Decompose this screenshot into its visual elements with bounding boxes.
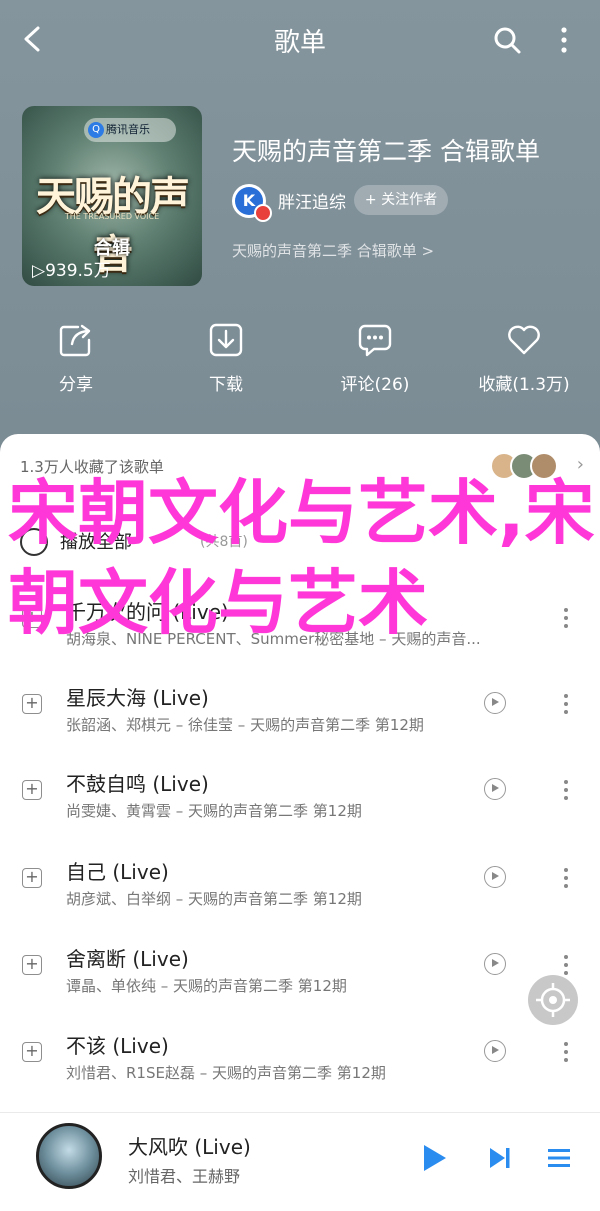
song-row[interactable]: + 舍离断 (Live) 谭晶、单依纯 – 天赐的声音第二季 第12期 [0, 931, 600, 1015]
next-track-icon[interactable] [488, 1146, 512, 1170]
song-row[interactable]: + 不该 (Live) 刘惜君、R1SE赵磊 – 天赐的声音第二季 第12期 [0, 1018, 600, 1102]
mv-play-icon[interactable] [484, 692, 506, 714]
now-playing-artist: 刘惜君、王赫野 [128, 1167, 241, 1186]
add-icon[interactable]: + [22, 694, 42, 714]
overlay-watermark-text: 宋朝文化与艺术,宋朝文化与艺术 [8, 472, 595, 644]
more-vertical-icon[interactable] [558, 776, 574, 804]
brand-logo-icon: Q [88, 122, 104, 138]
song-title: 舍离断 (Live) [66, 947, 189, 971]
add-icon[interactable]: + [22, 955, 42, 975]
album-cover[interactable]: Q 腾讯音乐 天赐的声音 THE TREASURED VOICE 合辑 ▷939… [22, 106, 202, 286]
song-artist: 张韶涵、郑棋元 – 徐佳莹 – 天赐的声音第二季 第12期 [66, 716, 424, 734]
heart-icon [508, 325, 540, 355]
song-row[interactable]: + 不鼓自鸣 (Live) 尚雯婕、黄霄雲 – 天赐的声音第二季 第12期 [0, 756, 600, 840]
creator-avatar[interactable]: K [232, 184, 272, 222]
song-title: 自己 (Live) [66, 860, 169, 884]
cover-brand-badge: Q 腾讯音乐 [84, 118, 176, 142]
song-artist: 尚雯婕、黄霄雲 – 天赐的声音第二季 第12期 [66, 802, 362, 820]
comment-label: 评论(26) [340, 375, 410, 395]
download-action[interactable]: 下载 [166, 322, 286, 395]
song-title: 不鼓自鸣 (Live) [66, 772, 209, 796]
search-icon[interactable] [491, 24, 523, 56]
verified-badge-icon [254, 204, 272, 222]
song-title: 星辰大海 (Live) [66, 686, 209, 710]
song-artist: 谭晶、单依纯 – 天赐的声音第二季 第12期 [66, 977, 347, 995]
download-label: 下载 [209, 375, 243, 395]
playlist-queue-icon[interactable] [548, 1146, 570, 1170]
song-artist: 刘惜君、R1SE赵磊 – 天赐的声音第二季 第12期 [66, 1064, 386, 1082]
share-icon [59, 324, 91, 357]
add-icon[interactable]: + [22, 780, 42, 800]
share-label: 分享 [59, 375, 93, 395]
add-icon[interactable]: + [22, 1042, 42, 1062]
mv-play-icon[interactable] [484, 778, 506, 800]
follow-button[interactable]: + 关注作者 [354, 185, 448, 215]
song-row[interactable]: + 星辰大海 (Live) 张韶涵、郑棋元 – 徐佳莹 – 天赐的声音第二季 第… [0, 670, 600, 754]
song-row[interactable]: + 自己 (Live) 胡彦斌、白举纲 – 天赐的声音第二季 第12期 [0, 844, 600, 928]
mini-player[interactable]: 大风吹 (Live) 刘惜君、王赫野 [0, 1112, 600, 1211]
favorite-label: 收藏(1.3万) [478, 375, 570, 395]
album-description[interactable]: 天赐的声音第二季 合辑歌单 > [232, 240, 434, 261]
play-icon[interactable] [424, 1145, 446, 1171]
download-icon [209, 323, 243, 357]
song-title: 不该 (Live) [66, 1034, 169, 1058]
album-title: 天赐的声音第二季 合辑歌单 [232, 137, 540, 166]
comment-action[interactable]: 评论(26) [315, 322, 435, 395]
comment-icon [358, 324, 392, 357]
more-vertical-icon[interactable] [558, 864, 574, 892]
add-icon[interactable]: + [22, 868, 42, 888]
mv-play-icon[interactable] [484, 953, 506, 975]
play-count: ▷939.5万 [32, 261, 111, 281]
locate-icon [536, 983, 570, 1017]
song-artist: 胡彦斌、白举纲 – 天赐的声音第二季 第12期 [66, 890, 362, 908]
creator-name[interactable]: 胖汪追综 [278, 188, 346, 213]
locate-button[interactable] [528, 975, 578, 1025]
now-playing-cover[interactable] [36, 1123, 102, 1189]
more-vertical-icon[interactable] [558, 690, 574, 718]
share-action[interactable]: 分享 [16, 322, 136, 395]
mv-play-icon[interactable] [484, 1040, 506, 1062]
more-vertical-icon[interactable] [558, 1038, 574, 1066]
more-vertical-icon[interactable] [552, 24, 576, 56]
top-bar: 歌单 [0, 0, 600, 80]
cover-subtitle: THE TREASURED VOICE [64, 212, 160, 221]
cover-brand-text: 腾讯音乐 [106, 123, 150, 136]
mv-play-icon[interactable] [484, 866, 506, 888]
favorite-action[interactable]: 收藏(1.3万) [464, 322, 584, 395]
now-playing-title: 大风吹 (Live) [128, 1135, 251, 1159]
